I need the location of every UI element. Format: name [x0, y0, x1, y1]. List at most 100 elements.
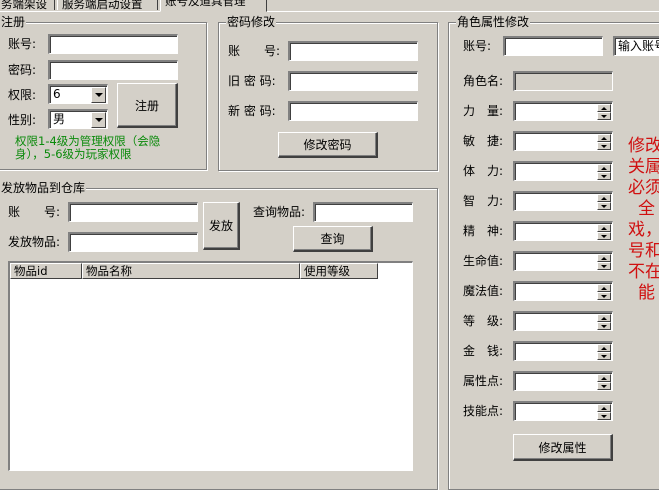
spin-up-icon[interactable]: [597, 344, 611, 352]
column-item-id[interactable]: 物品id: [10, 263, 82, 279]
stat-label-agility: 敏 捷:: [463, 134, 504, 148]
gender-select[interactable]: 男: [48, 109, 108, 129]
tab-account-items[interactable]: 账号及道具管理: [160, 0, 267, 12]
warning-line: 能: [638, 283, 655, 303]
stat-label-spirit: 精 神:: [463, 224, 504, 238]
old-password-input[interactable]: [288, 71, 418, 91]
spin-up-icon[interactable]: [597, 134, 611, 142]
warning-line: 不在: [628, 262, 659, 282]
stat-input-stamina[interactable]: [513, 161, 613, 181]
stat-input-spirit[interactable]: [513, 221, 613, 241]
spin-buttons[interactable]: [597, 314, 611, 330]
register-account-input[interactable]: [48, 34, 178, 54]
spin-down-icon[interactable]: [597, 112, 611, 120]
warning-line: 号和: [628, 241, 659, 261]
chevron-down-icon[interactable]: [91, 87, 106, 103]
spin-down-icon[interactable]: [597, 292, 611, 300]
role-attribute-title: 角色属性修改: [456, 15, 531, 29]
stat-input-level[interactable]: [513, 311, 613, 331]
query-button[interactable]: 查询: [293, 226, 373, 252]
item-account-label: 账 号:: [8, 205, 61, 219]
spin-buttons[interactable]: [597, 284, 611, 300]
spin-down-icon[interactable]: [597, 232, 611, 240]
register-permission-label: 权限:: [8, 88, 37, 102]
spin-down-icon[interactable]: [597, 262, 611, 270]
permission-select[interactable]: 6: [48, 84, 108, 104]
item-list[interactable]: 物品id 物品名称 使用等级: [8, 261, 413, 471]
spin-up-icon[interactable]: [597, 164, 611, 172]
account-search-field[interactable]: 输入账号: [613, 36, 659, 56]
stat-input-skill-points[interactable]: [513, 401, 613, 421]
modify-attributes-button[interactable]: 修改属性: [513, 434, 613, 461]
item-account-input[interactable]: [68, 202, 198, 222]
stat-label-skill-points: 技能点:: [463, 404, 504, 418]
spin-buttons[interactable]: [597, 344, 611, 360]
permission-note: 权限1-4级为管理权限（会隐身），5-6级为玩家权限: [15, 134, 161, 161]
column-use-level[interactable]: 使用等级: [300, 263, 378, 279]
stat-input-intelligence[interactable]: [513, 191, 613, 211]
register-account-label: 账号:: [8, 37, 37, 51]
spin-down-icon[interactable]: [597, 352, 611, 360]
spin-buttons[interactable]: [597, 134, 611, 150]
spin-down-icon[interactable]: [597, 412, 611, 420]
column-item-name[interactable]: 物品名称: [82, 263, 300, 279]
stat-input-strength[interactable]: [513, 101, 613, 121]
tab-server-startup[interactable]: 服务端启动设置: [57, 0, 158, 10]
send-item-button[interactable]: 发放: [203, 202, 240, 250]
stat-input-mp[interactable]: [513, 281, 613, 301]
tab-server-setup[interactable]: 务端架设: [0, 0, 55, 10]
pwd-account-input[interactable]: [288, 41, 418, 61]
new-password-label: 新 密 码:: [228, 104, 276, 118]
item-list-header: 物品id 物品名称 使用等级: [10, 263, 378, 279]
tab-bar: 务端架设 服务端启动设置 账号及道具管理: [0, 0, 659, 12]
stat-input-attr-points[interactable]: [513, 371, 613, 391]
stat-label-hp: 生命值:: [463, 254, 504, 268]
spin-up-icon[interactable]: [597, 104, 611, 112]
spin-down-icon[interactable]: [597, 202, 611, 210]
spin-buttons[interactable]: [597, 164, 611, 180]
spin-down-icon[interactable]: [597, 382, 611, 390]
register-gender-label: 性别:: [8, 113, 37, 127]
spin-buttons[interactable]: [597, 104, 611, 120]
stat-label-intelligence: 智 力:: [463, 194, 504, 208]
spin-up-icon[interactable]: [597, 224, 611, 232]
permission-value: 6: [53, 87, 61, 101]
stat-input-hp[interactable]: [513, 251, 613, 271]
stat-input-agility[interactable]: [513, 131, 613, 151]
pwd-account-label: 账 号:: [228, 44, 281, 58]
role-account-input[interactable]: [503, 36, 603, 56]
spin-up-icon[interactable]: [597, 284, 611, 292]
warning-line: 全: [638, 199, 655, 219]
register-password-input[interactable]: [48, 60, 178, 80]
spin-buttons[interactable]: [597, 374, 611, 390]
spin-down-icon[interactable]: [597, 172, 611, 180]
spin-up-icon[interactable]: [597, 314, 611, 322]
spin-down-icon[interactable]: [597, 142, 611, 150]
stat-input-money[interactable]: [513, 341, 613, 361]
tab-body-edge: [0, 11, 659, 12]
item-input[interactable]: [68, 232, 198, 252]
item-label: 发放物品:: [8, 235, 61, 249]
query-item-input[interactable]: [313, 202, 413, 222]
spin-up-icon[interactable]: [597, 404, 611, 412]
warning-line: 戏，: [628, 220, 659, 240]
new-password-input[interactable]: [288, 101, 418, 121]
spin-up-icon[interactable]: [597, 194, 611, 202]
stat-label-strength: 力 量:: [463, 104, 504, 118]
stat-label-mp: 魔法值:: [463, 284, 504, 298]
spin-buttons[interactable]: [597, 224, 611, 240]
role-account-label: 账号:: [463, 39, 492, 53]
spin-down-icon[interactable]: [597, 322, 611, 330]
item-distribution-title: 发放物品到仓库: [0, 181, 87, 195]
warning-line: 关属: [628, 157, 659, 177]
spin-up-icon[interactable]: [597, 254, 611, 262]
register-title: 注册: [0, 15, 27, 29]
spin-buttons[interactable]: [597, 194, 611, 210]
register-button[interactable]: 注册: [117, 83, 178, 128]
spin-buttons[interactable]: [597, 404, 611, 420]
warning-line: 必须: [628, 178, 659, 198]
spin-up-icon[interactable]: [597, 374, 611, 382]
spin-buttons[interactable]: [597, 254, 611, 270]
chevron-down-icon[interactable]: [91, 112, 106, 128]
change-password-button[interactable]: 修改密码: [278, 132, 378, 158]
